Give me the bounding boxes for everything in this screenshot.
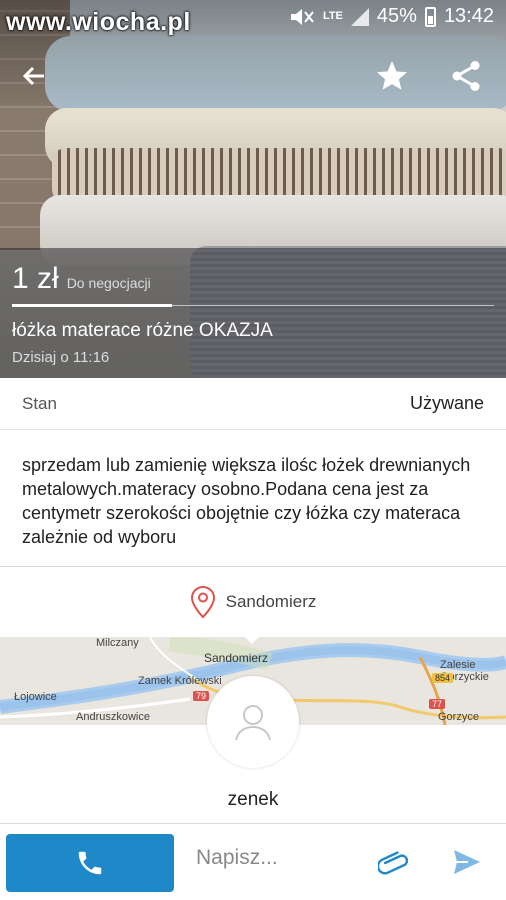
star-icon: [377, 61, 407, 90]
map-label: Milczany: [96, 637, 139, 649]
price-value: 1 zł: [12, 262, 59, 295]
listing-date: Dzisiaj o 11:16: [12, 349, 110, 366]
battery-icon: [424, 6, 436, 27]
price: 1 zł Do negocjacji: [12, 262, 151, 296]
map-label: Sandomierz: [204, 651, 269, 665]
paperclip-icon: [376, 851, 409, 875]
condition-row: Stan Używane: [0, 378, 506, 430]
clock: 13:42: [443, 5, 494, 27]
back-button[interactable]: [12, 54, 56, 98]
bottom-action-bar: Napisz...: [0, 823, 506, 900]
signal-icon: [350, 7, 369, 26]
share-icon: [452, 61, 480, 91]
location-pointer: [238, 630, 266, 644]
map-label: Zamek Królewski: [138, 675, 222, 687]
map-label: Andruszkowice: [76, 711, 150, 723]
status-icons: LTE 45% 13:42: [289, 5, 494, 28]
map-pin-icon: [190, 585, 215, 619]
condition-value: Używane: [409, 393, 484, 413]
condition-label: Stan: [22, 393, 57, 413]
seller-avatar[interactable]: [207, 676, 299, 768]
share-button[interactable]: [444, 54, 488, 98]
map-label: Gorzyce: [438, 711, 479, 723]
arrow-left-icon: [22, 66, 44, 86]
send-icon: [454, 850, 480, 874]
map-label: Łojowice: [14, 691, 57, 703]
ad-detail-screen: www.wiocha.pl LTE 45% 13:42 1 zł Do nego…: [0, 0, 506, 900]
listing-title: łóżka materace różne OKAZJA: [12, 320, 273, 341]
watermark: www.wiocha.pl: [6, 8, 191, 36]
user-avatar-icon: [235, 705, 271, 741]
divider: [172, 305, 494, 306]
price-underline: [12, 304, 172, 307]
attach-button[interactable]: [376, 848, 410, 881]
status-bar: www.wiocha.pl LTE 45% 13:42: [0, 0, 506, 36]
location-row[interactable]: Sandomierz: [0, 567, 506, 637]
network-type: LTE: [322, 10, 343, 22]
message-input[interactable]: Napisz...: [196, 846, 278, 870]
price-negotiable: Do negocjacji: [66, 275, 151, 291]
road-badge: 79: [193, 691, 210, 701]
listing-description: sprzedam lub zamienię większa ilośc łoże…: [22, 455, 471, 547]
send-button[interactable]: [452, 848, 482, 881]
seller-name[interactable]: zenek: [0, 789, 506, 811]
location-city: Sandomierz: [225, 592, 317, 611]
mute-icon: [290, 8, 314, 25]
call-button[interactable]: [6, 834, 174, 892]
road-badge: 77: [429, 699, 446, 709]
favorite-button[interactable]: [370, 54, 414, 98]
battery-percent: 45%: [376, 5, 417, 27]
phone-icon: [78, 851, 102, 875]
road-badge: 854: [432, 673, 454, 683]
